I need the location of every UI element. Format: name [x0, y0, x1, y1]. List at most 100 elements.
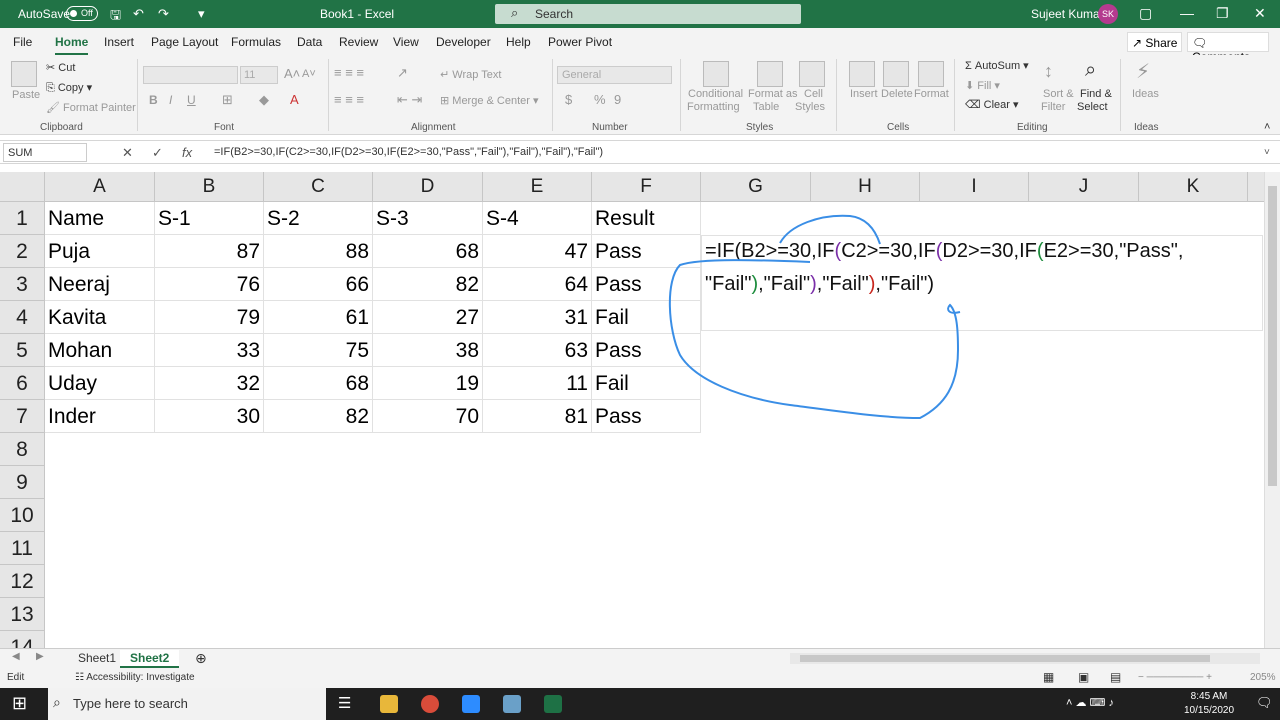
- row-header-14[interactable]: 14: [0, 631, 45, 648]
- sheet-tab-sheet1[interactable]: Sheet1: [68, 650, 126, 668]
- add-sheet-icon[interactable]: ⊕: [195, 650, 207, 667]
- restore-icon[interactable]: ❐: [1216, 5, 1229, 22]
- cell[interactable]: Pass: [592, 235, 701, 268]
- cell[interactable]: 75: [264, 334, 373, 367]
- cell[interactable]: Fail: [592, 367, 701, 400]
- cell[interactable]: 82: [373, 268, 483, 301]
- cancel-icon[interactable]: ✕: [122, 145, 133, 161]
- cell[interactable]: Result: [592, 202, 701, 235]
- tray-icons[interactable]: ˄ ☁ ⌨ ♪: [1066, 696, 1114, 709]
- formula-input[interactable]: =IF(B2>=30,IF(C2>=30,IF(D2>=30,IF(E2>=30…: [214, 146, 603, 158]
- row-header-12[interactable]: 12: [0, 565, 45, 598]
- tab-help[interactable]: Help: [506, 35, 531, 49]
- chrome-icon[interactable]: [421, 695, 439, 713]
- enter-icon[interactable]: ✓: [152, 145, 163, 161]
- vertical-scroll-thumb[interactable]: [1268, 186, 1277, 486]
- format-as-table-label-1[interactable]: Format as: [748, 88, 798, 100]
- cell[interactable]: 76: [155, 268, 264, 301]
- tab-data[interactable]: Data: [297, 35, 322, 49]
- row-header-8[interactable]: 8: [0, 433, 45, 466]
- share-button[interactable]: ↗ Share: [1127, 32, 1182, 52]
- task-view-icon[interactable]: ☰: [338, 694, 351, 712]
- formula-in-cell-line-2[interactable]: "Fail"),"Fail"),"Fail"),"Fail"): [705, 273, 934, 296]
- grow-font-icon[interactable]: A˄: [284, 66, 300, 81]
- cell[interactable]: 68: [373, 235, 483, 268]
- windows-start-icon[interactable]: ⊞: [12, 693, 27, 714]
- copy-button[interactable]: ⎘ Copy ▾: [46, 81, 92, 95]
- cell[interactable]: Inder: [45, 400, 155, 433]
- autosave-toggle[interactable]: Off: [66, 6, 98, 21]
- tab-file[interactable]: File: [13, 35, 32, 49]
- taskbar-search[interactable]: ⌕ Type here to search: [48, 688, 326, 720]
- font-name-select[interactable]: [143, 66, 238, 84]
- normal-view-icon[interactable]: ▦: [1043, 670, 1054, 684]
- row-header-11[interactable]: 11: [0, 532, 45, 565]
- notification-icon[interactable]: 🗨: [1256, 695, 1273, 711]
- cell[interactable]: 30: [155, 400, 264, 433]
- fill-color-icon[interactable]: ◆: [259, 92, 269, 108]
- avatar[interactable]: SK: [1098, 4, 1118, 24]
- undo-icon[interactable]: ↶: [133, 6, 144, 22]
- bold-button[interactable]: B: [149, 93, 158, 107]
- delete-cells-icon[interactable]: [883, 61, 909, 87]
- cell[interactable]: S-1: [155, 202, 264, 235]
- font-size-select[interactable]: 11: [240, 66, 278, 84]
- row-header-9[interactable]: 9: [0, 466, 45, 499]
- tab-power-pivot[interactable]: Power Pivot: [548, 35, 612, 49]
- conditional-formatting-label-1[interactable]: Conditional: [688, 88, 743, 100]
- cell[interactable]: Puja: [45, 235, 155, 268]
- expand-formula-bar-icon[interactable]: ˅: [1264, 147, 1270, 158]
- autosum-button[interactable]: Σ AutoSum ▾: [965, 59, 1029, 72]
- merge-center-button[interactable]: ⊞ Merge & Center ▾: [440, 94, 539, 107]
- wrap-text-button[interactable]: ↵ Wrap Text: [440, 68, 501, 81]
- cell[interactable]: 61: [264, 301, 373, 334]
- sort-filter-label-1[interactable]: Sort &: [1043, 88, 1074, 100]
- format-cells-button[interactable]: Format: [914, 88, 949, 100]
- ribbon-display-icon[interactable]: ▢: [1139, 5, 1152, 22]
- cell[interactable]: 32: [155, 367, 264, 400]
- cell[interactable]: 27: [373, 301, 483, 334]
- cell[interactable]: Neeraj: [45, 268, 155, 301]
- cell[interactable]: 88: [264, 235, 373, 268]
- cell[interactable]: 68: [264, 367, 373, 400]
- column-header-f[interactable]: F: [592, 172, 701, 202]
- cell[interactable]: Pass: [592, 334, 701, 367]
- cell[interactable]: 11: [483, 367, 592, 400]
- orientation-icon[interactable]: ↗: [397, 65, 408, 81]
- cell-styles-label-2[interactable]: Styles: [795, 101, 825, 113]
- minimize-icon[interactable]: —: [1180, 5, 1194, 21]
- percent-button[interactable]: %: [594, 92, 606, 107]
- excel-icon[interactable]: [544, 695, 562, 713]
- sheet-tab-sheet2[interactable]: Sheet2: [120, 650, 180, 668]
- cell[interactable]: Fail: [592, 301, 701, 334]
- align-top-icon[interactable]: ≡ ≡ ≡: [334, 65, 364, 80]
- cell[interactable]: 64: [483, 268, 592, 301]
- zoom-level[interactable]: 205%: [1250, 672, 1276, 683]
- cell[interactable]: 70: [373, 400, 483, 433]
- column-header-g[interactable]: G: [701, 172, 811, 202]
- name-box[interactable]: SUM: [3, 143, 87, 162]
- redo-icon[interactable]: ↷: [158, 6, 169, 22]
- vertical-scrollbar[interactable]: [1264, 172, 1280, 648]
- cell[interactable]: 31: [483, 301, 592, 334]
- cell-styles-icon[interactable]: [799, 61, 825, 87]
- column-header-h[interactable]: H: [811, 172, 920, 202]
- cell[interactable]: 63: [483, 334, 592, 367]
- insert-function-icon[interactable]: fx: [182, 145, 192, 160]
- sort-filter-label-2[interactable]: Filter: [1041, 101, 1065, 113]
- comma-button[interactable]: 9: [614, 92, 621, 107]
- font-color-icon[interactable]: A: [290, 92, 299, 107]
- sort-filter-icon[interactable]: ↕: [1044, 61, 1053, 82]
- taskbar-clock[interactable]: 8:45 AM 10/15/2020: [1184, 690, 1234, 718]
- cell[interactable]: 81: [483, 400, 592, 433]
- column-header-d[interactable]: D: [373, 172, 483, 202]
- zoom-app-icon[interactable]: [462, 695, 480, 713]
- row-header-6[interactable]: 6: [0, 367, 45, 400]
- cell[interactable]: Pass: [592, 400, 701, 433]
- column-header-c[interactable]: C: [264, 172, 373, 202]
- cell[interactable]: 33: [155, 334, 264, 367]
- align-left-icon[interactable]: ≡ ≡ ≡: [334, 92, 364, 107]
- accessibility-checker[interactable]: ☷ Accessibility: Investigate: [75, 672, 195, 683]
- indent-icon[interactable]: ⇤ ⇥: [397, 92, 422, 108]
- cell[interactable]: Pass: [592, 268, 701, 301]
